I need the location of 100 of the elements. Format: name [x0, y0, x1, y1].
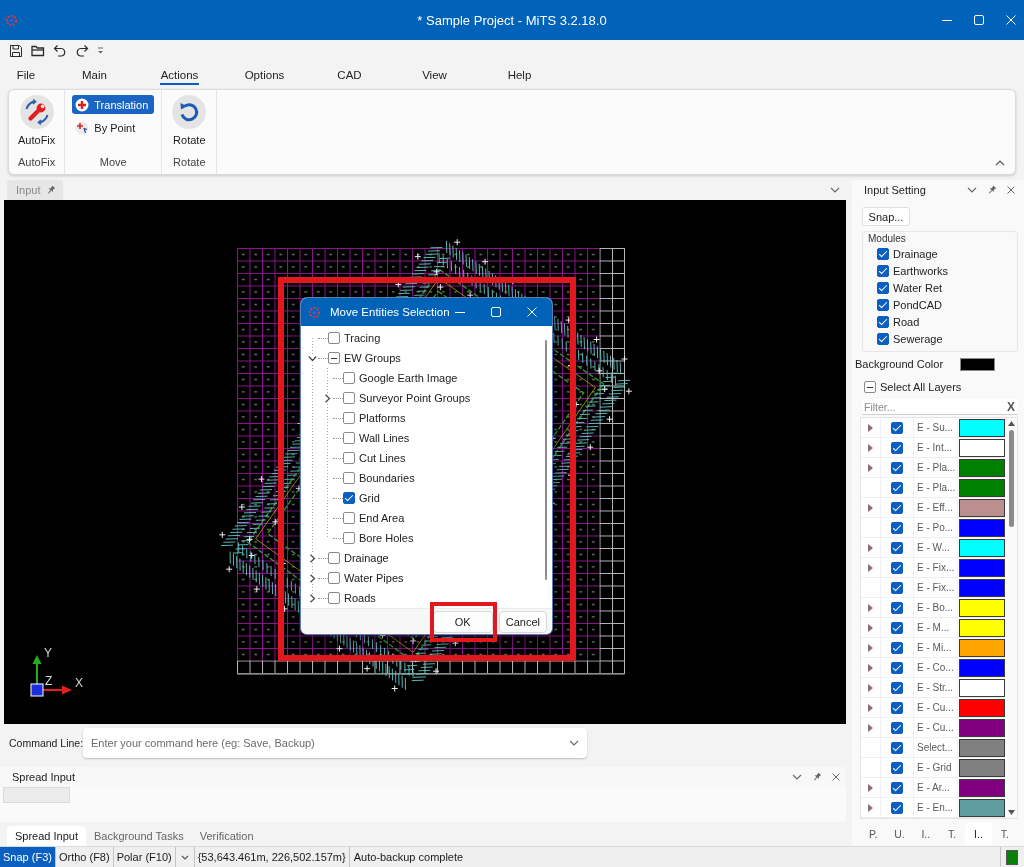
- checkbox[interactable]: [877, 332, 889, 345]
- color-swatch[interactable]: [959, 659, 1005, 677]
- expand-arrow-icon[interactable]: [868, 703, 873, 712]
- pin-icon[interactable]: [46, 185, 56, 195]
- panel-tab[interactable]: Verification: [191, 826, 262, 846]
- expand-arrow-icon[interactable]: [868, 603, 873, 612]
- expand-arrow-icon[interactable]: [868, 783, 873, 792]
- tree-item-label[interactable]: EW Groups: [344, 352, 401, 364]
- tree-item-label[interactable]: End Area: [359, 512, 405, 524]
- collapse-icon[interactable]: [995, 160, 1005, 166]
- save-icon[interactable]: [9, 44, 23, 58]
- checkbox[interactable]: [891, 721, 903, 734]
- ribbon-button[interactable]: Translation: [72, 95, 155, 114]
- menu-tab[interactable]: CAD: [336, 65, 363, 85]
- menu-tab[interactable]: Main: [81, 65, 108, 85]
- scroll-down-icon[interactable]: [1007, 810, 1015, 815]
- scroll-up-icon[interactable]: [1007, 421, 1015, 426]
- snap-button[interactable]: Snap...: [862, 207, 910, 226]
- color-swatch[interactable]: [959, 559, 1005, 577]
- checkbox[interactable]: [891, 421, 903, 434]
- tree-item-label[interactable]: Wall Lines: [359, 432, 410, 444]
- color-swatch[interactable]: [959, 499, 1005, 517]
- panel-tab[interactable]: P.: [860, 822, 887, 845]
- ribbon-button[interactable]: Rotate: [169, 93, 210, 148]
- color-swatch[interactable]: [959, 599, 1005, 617]
- menu-tab[interactable]: Actions: [159, 65, 200, 85]
- panel-tab[interactable]: T.: [939, 822, 966, 845]
- checkbox[interactable]: [328, 572, 340, 584]
- checkbox[interactable]: [891, 601, 903, 614]
- color-swatch[interactable]: [959, 539, 1005, 557]
- tree-item-label[interactable]: Roads: [344, 592, 376, 604]
- panel-tab[interactable]: Background Tasks: [86, 826, 192, 846]
- checkbox[interactable]: [891, 501, 903, 514]
- checkbox[interactable]: [891, 481, 903, 494]
- undo-icon[interactable]: [53, 44, 67, 58]
- checkbox[interactable]: [891, 801, 903, 814]
- expand-arrow-icon[interactable]: [868, 543, 873, 552]
- checkbox[interactable]: [328, 592, 340, 604]
- ribbon-button[interactable]: By Point: [72, 118, 142, 137]
- clear-filter-button[interactable]: X: [1007, 400, 1015, 414]
- pin-icon[interactable]: [812, 772, 822, 782]
- tree-item-label[interactable]: Surveyor Point Groups: [359, 392, 471, 404]
- status-toggle[interactable]: Snap (F3): [0, 847, 56, 867]
- redo-icon[interactable]: [75, 44, 89, 58]
- checkbox[interactable]: [328, 352, 340, 364]
- ribbon-button[interactable]: AutoFix: [16, 93, 58, 148]
- color-swatch[interactable]: [959, 459, 1005, 477]
- dialog-button[interactable]: OK: [432, 610, 493, 633]
- tree-item-label[interactable]: Grid: [359, 492, 380, 504]
- menu-tab[interactable]: Help: [506, 65, 533, 85]
- color-swatch[interactable]: [959, 759, 1005, 777]
- color-swatch[interactable]: [959, 579, 1005, 597]
- color-swatch[interactable]: [960, 357, 995, 371]
- folder-icon[interactable]: [31, 44, 45, 58]
- tree-item-label[interactable]: Platforms: [359, 412, 406, 424]
- panel-tab[interactable]: I..: [965, 822, 992, 845]
- expand-arrow-icon[interactable]: [868, 423, 873, 432]
- color-swatch[interactable]: [959, 719, 1005, 737]
- maximize-icon[interactable]: [974, 15, 984, 25]
- expand-arrow-icon[interactable]: [868, 663, 873, 672]
- checkbox[interactable]: [343, 392, 355, 404]
- checkbox[interactable]: [891, 741, 903, 754]
- expand-arrow-icon[interactable]: [868, 563, 873, 572]
- checkbox[interactable]: [864, 381, 876, 393]
- tree-item-label[interactable]: Drainage: [344, 552, 389, 564]
- dialog-button[interactable]: Cancel: [498, 610, 547, 633]
- checkbox[interactable]: [343, 512, 355, 524]
- color-swatch[interactable]: [959, 799, 1005, 817]
- checkbox[interactable]: [891, 701, 903, 714]
- color-swatch[interactable]: [959, 779, 1005, 797]
- expand-arrow-icon[interactable]: [868, 463, 873, 472]
- status-toggle[interactable]: Polar (F10): [113, 847, 176, 867]
- tree-item-label[interactable]: Google Earth Image: [359, 372, 458, 384]
- color-swatch[interactable]: [959, 619, 1005, 637]
- checkbox[interactable]: [891, 441, 903, 454]
- checkbox[interactable]: [343, 472, 355, 484]
- tree-item-label[interactable]: Water Pipes: [344, 572, 404, 584]
- color-swatch[interactable]: [959, 439, 1005, 457]
- menu-tab[interactable]: File: [15, 65, 37, 85]
- checkbox[interactable]: [328, 552, 340, 564]
- checkbox[interactable]: [328, 332, 340, 344]
- chevron-down-icon[interactable]: [307, 353, 317, 363]
- expand-arrow-icon[interactable]: [868, 723, 873, 732]
- expand-arrow-icon[interactable]: [868, 643, 873, 652]
- checkbox[interactable]: [891, 661, 903, 674]
- color-swatch[interactable]: [959, 699, 1005, 717]
- checkbox[interactable]: [891, 521, 903, 534]
- close-icon[interactable]: [1007, 186, 1015, 194]
- menu-tab[interactable]: Options: [243, 65, 286, 85]
- tree-item-label[interactable]: Bore Holes: [359, 532, 414, 544]
- scrollbar-thumb[interactable]: [1008, 430, 1014, 527]
- close-icon[interactable]: [832, 773, 840, 781]
- checkbox[interactable]: [891, 641, 903, 654]
- color-swatch[interactable]: [959, 419, 1005, 437]
- expand-arrow-icon[interactable]: [868, 803, 873, 812]
- checkbox[interactable]: [343, 452, 355, 464]
- checkbox[interactable]: [343, 532, 355, 544]
- caret-down-icon[interactable]: [792, 774, 802, 780]
- checkbox[interactable]: [891, 621, 903, 634]
- scrollbar[interactable]: [1005, 418, 1017, 818]
